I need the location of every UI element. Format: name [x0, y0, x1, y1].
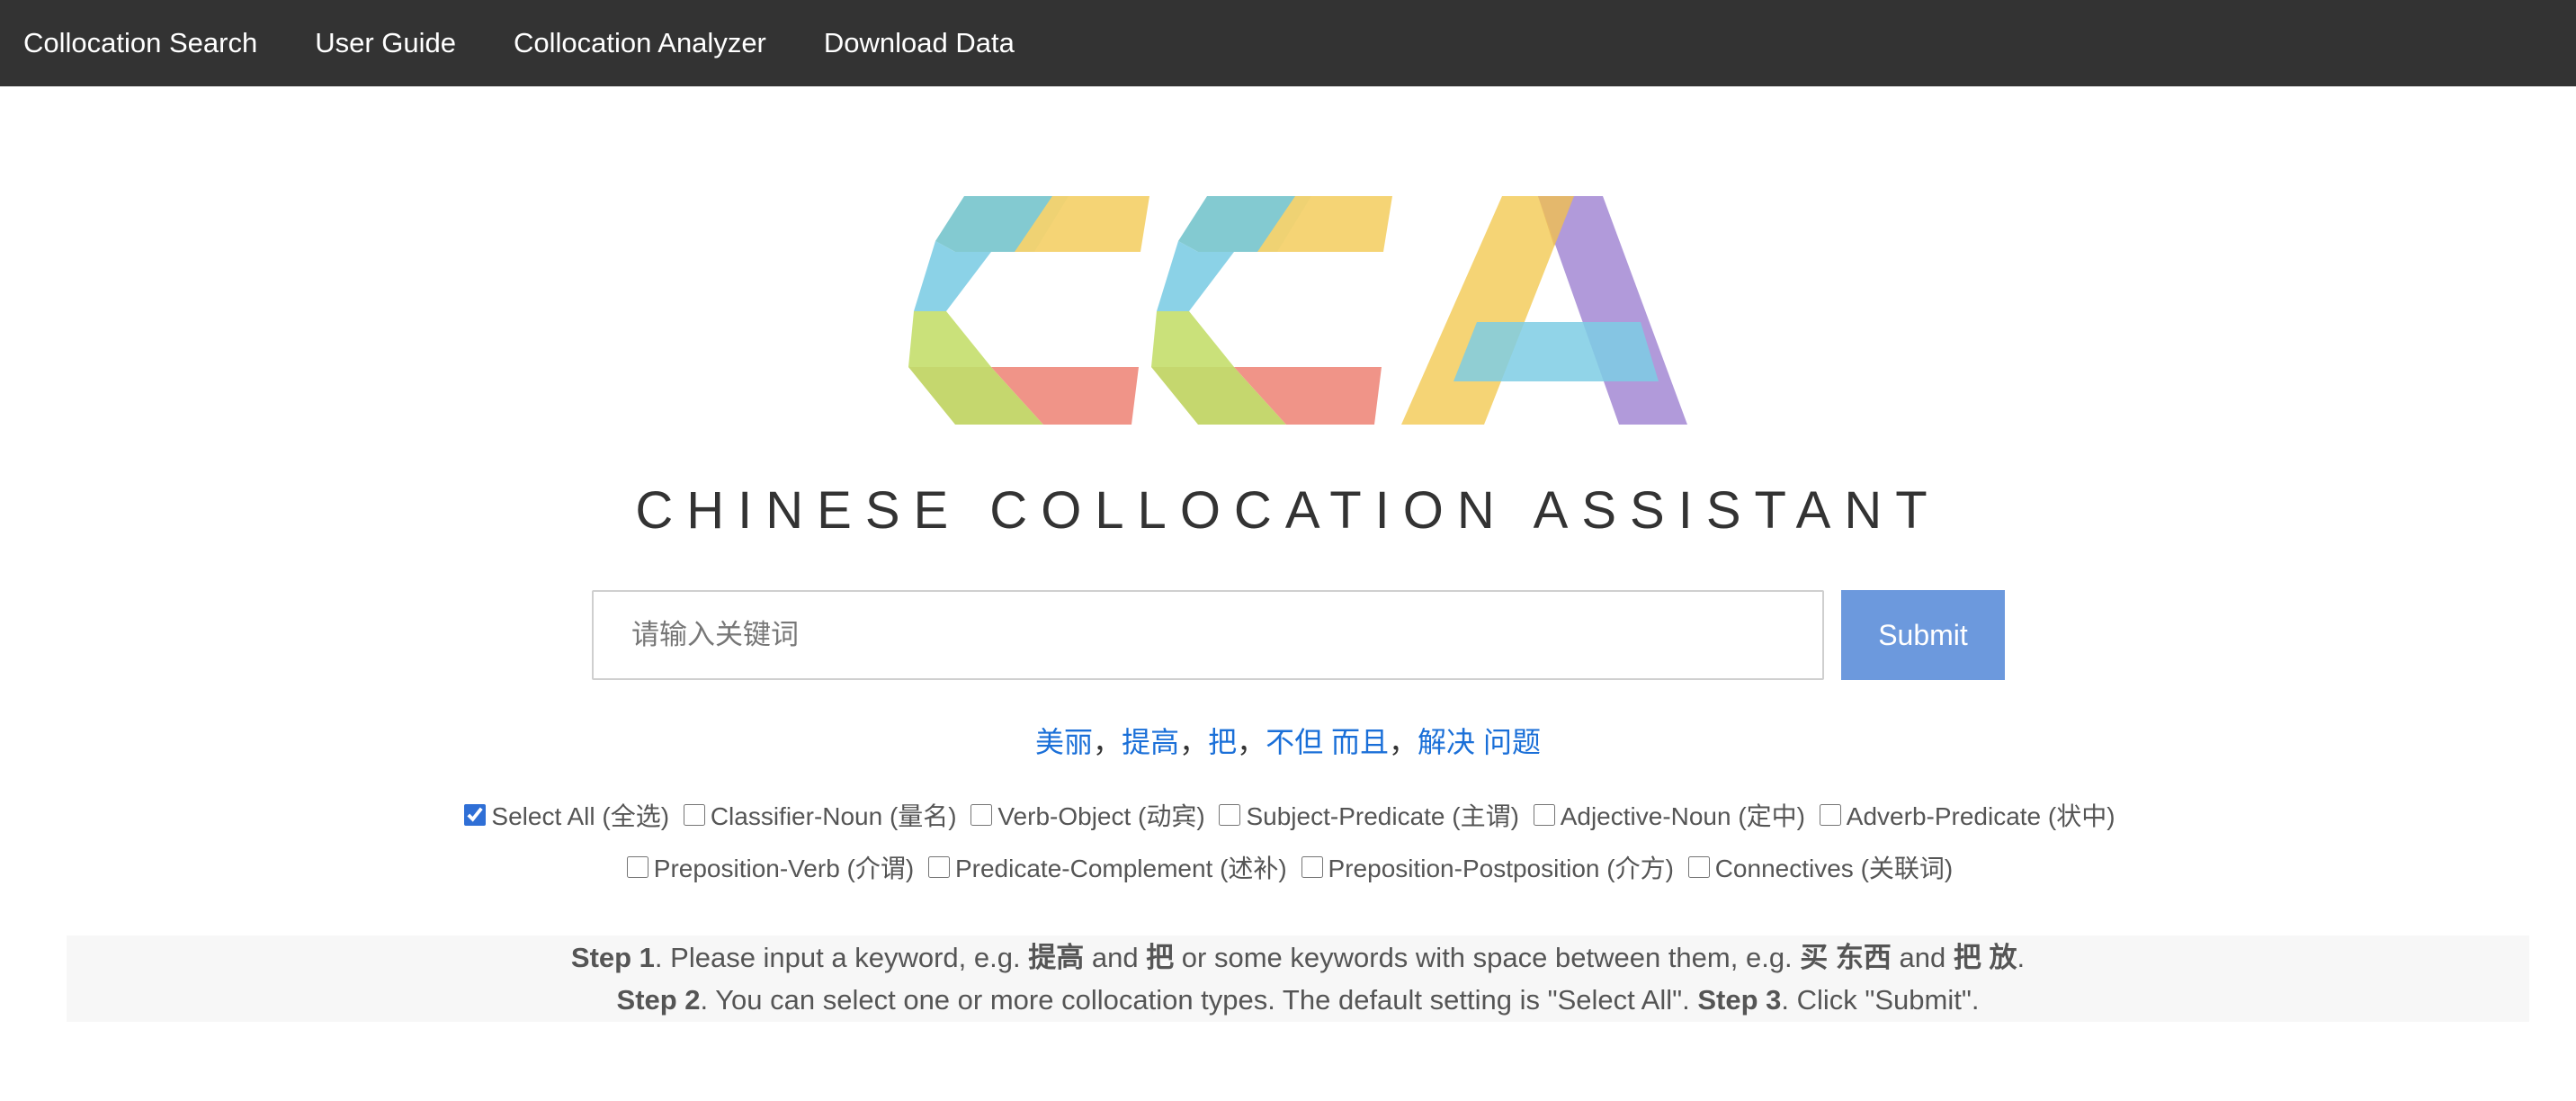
nav-collocation-search[interactable]: Collocation Search [23, 27, 257, 59]
nav-download-data[interactable]: Download Data [824, 27, 1015, 59]
checkbox-label: Verb-Object (动宾) [997, 802, 1205, 830]
checkbox-adjective-noun[interactable]: Adjective-Noun (定中) [1530, 797, 1805, 833]
example-link-jiejue-wenti[interactable]: 解决 问题 [1418, 726, 1541, 758]
preposition-postposition-checkbox[interactable] [1301, 856, 1323, 878]
step-keyword: 把 [1146, 942, 1175, 973]
step-text: . Please input a keyword, e.g. [654, 942, 1029, 973]
nav-collocation-analyzer[interactable]: Collocation Analyzer [514, 27, 766, 59]
example-separator: ， [1093, 726, 1123, 758]
example-link-tigao[interactable]: 提高 [1122, 726, 1179, 758]
step-3-label: Step 3 [1697, 984, 1782, 1016]
example-link-meili[interactable]: 美丽 [1035, 726, 1093, 758]
example-separator: ， [1179, 726, 1209, 758]
collocation-types-row-2: Preposition-Verb (介谓) Predicate-Compleme… [0, 849, 2576, 885]
predicate-complement-checkbox[interactable] [927, 856, 950, 878]
checkbox-label: Subject-Predicate (主谓) [1246, 802, 1519, 830]
subject-predicate-checkbox[interactable] [1219, 804, 1241, 826]
step-text: and [1891, 942, 1954, 973]
step-text: and [1084, 942, 1147, 973]
top-navbar: Collocation Search User Guide Collocatio… [0, 0, 2576, 86]
checkbox-label: Adjective-Noun (定中) [1560, 802, 1806, 830]
step-text: . Click "Submit". [1781, 984, 1980, 1016]
checkbox-predicate-complement[interactable]: Predicate-Complement (述补) [925, 849, 1287, 885]
checkbox-preposition-verb[interactable]: Preposition-Verb (介谓) [623, 849, 914, 885]
step-keyword: 把 放 [1953, 942, 2017, 973]
cca-logo-graphic [908, 196, 1687, 425]
example-link-budan-erqie[interactable]: 不但 而且 [1266, 726, 1389, 758]
checkbox-label: Preposition-Verb (介谓) [653, 855, 915, 882]
checkbox-label: Connectives (关联词) [1714, 855, 1954, 882]
collocation-types-row-1: Select All (全选) Classifier-Noun (量名) Ver… [0, 797, 2576, 833]
connectives-checkbox[interactable] [1687, 856, 1710, 878]
step-text: . You can select one or more collocation… [700, 984, 1698, 1016]
checkbox-preposition-postposition[interactable]: Preposition-Postposition (介方) [1298, 849, 1674, 885]
checkbox-adverb-predicate[interactable]: Adverb-Predicate (状中) [1816, 797, 2115, 833]
checkbox-label: Adverb-Predicate (状中) [1846, 802, 2115, 830]
checkbox-label: Predicate-Complement (述补) [954, 855, 1287, 882]
checkbox-select-all[interactable]: Select All (全选) [461, 797, 669, 833]
example-link-ba[interactable]: 把 [1208, 726, 1237, 758]
keyword-search-input[interactable] [592, 590, 1824, 680]
cca-logo [908, 191, 1687, 428]
logo-letter-c2 [1151, 196, 1392, 425]
example-separator: ， [1389, 726, 1418, 758]
checkbox-subject-predicate[interactable]: Subject-Predicate (主谓) [1215, 797, 1519, 833]
checkbox-label: Preposition-Postposition (介方) [1328, 855, 1674, 882]
step-1-label: Step 1 [570, 942, 655, 973]
checkbox-classifier-noun[interactable]: Classifier-Noun (量名) [680, 797, 957, 833]
logo-letter-c1 [908, 196, 1149, 425]
step-text: . [2017, 942, 2026, 973]
example-separator: ， [1237, 726, 1266, 758]
step-keyword: 买 东西 [1800, 942, 1892, 973]
adverb-predicate-checkbox[interactable] [1819, 804, 1841, 826]
step-2-label: Step 2 [616, 984, 701, 1016]
checkbox-connectives[interactable]: Connectives (关联词) [1685, 849, 1954, 885]
logo-letter-a [1401, 196, 1687, 425]
submit-button[interactable]: Submit [1841, 590, 2005, 680]
nav-user-guide[interactable]: User Guide [315, 27, 456, 59]
step-keyword: 提高 [1028, 942, 1085, 973]
checkbox-verb-object[interactable]: Verb-Object (动宾) [967, 797, 1205, 833]
preposition-verb-checkbox[interactable] [626, 856, 648, 878]
instructions-panel: Step 1. Please input a keyword, e.g. 提高 … [67, 935, 2529, 1022]
checkbox-label: Classifier-Noun (量名) [710, 802, 957, 830]
select-all-checkbox[interactable] [464, 804, 487, 826]
classifier-noun-checkbox[interactable] [683, 804, 705, 826]
example-keywords: 美丽，提高，把，不但 而且，解决 问题 [0, 720, 2576, 761]
adjective-noun-checkbox[interactable] [1533, 804, 1555, 826]
verb-object-checkbox[interactable] [970, 804, 993, 826]
step-2-line: Step 2. You can select one or more collo… [67, 979, 2529, 1021]
step-1-line: Step 1. Please input a keyword, e.g. 提高 … [67, 936, 2529, 979]
step-text: or some keywords with space between them… [1174, 942, 1801, 973]
checkbox-label: Select All (全选) [491, 802, 670, 830]
site-subtitle: CHINESE COLLOCATION ASSISTANT [635, 481, 1941, 540]
